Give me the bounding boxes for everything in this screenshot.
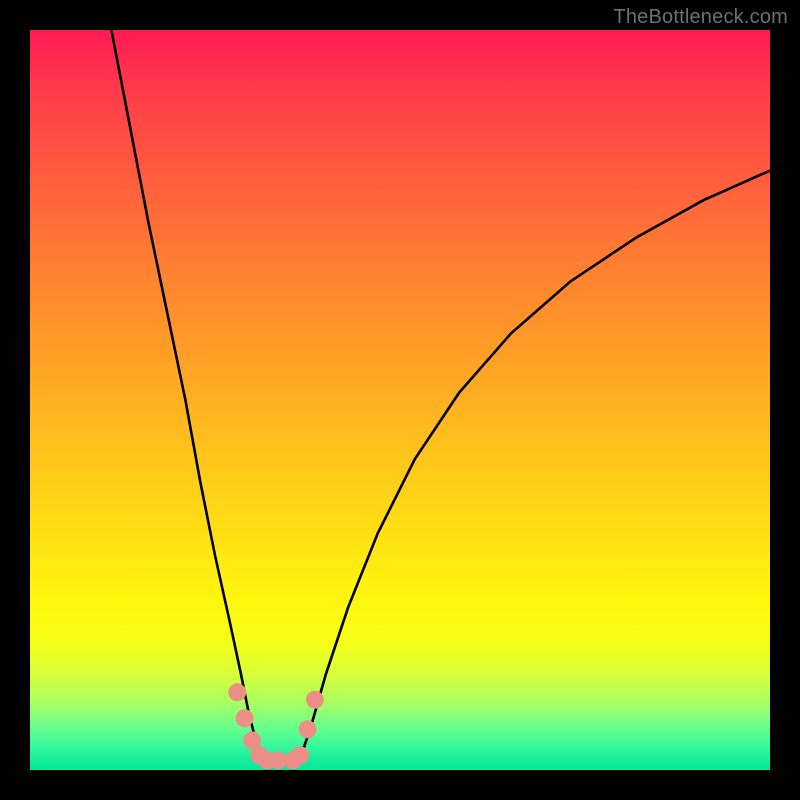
valley-marker: [306, 691, 324, 709]
valley-marker: [228, 683, 246, 701]
valley-marker: [291, 746, 309, 764]
valley-marker: [299, 720, 317, 738]
plot-area: [30, 30, 770, 770]
marker-group: [228, 683, 324, 769]
curve-layer: [30, 30, 770, 770]
watermark-text: TheBottleneck.com: [613, 6, 788, 29]
bottleneck-curve: [111, 30, 770, 759]
chart-frame: TheBottleneck.com: [0, 0, 800, 800]
valley-marker: [236, 709, 254, 727]
